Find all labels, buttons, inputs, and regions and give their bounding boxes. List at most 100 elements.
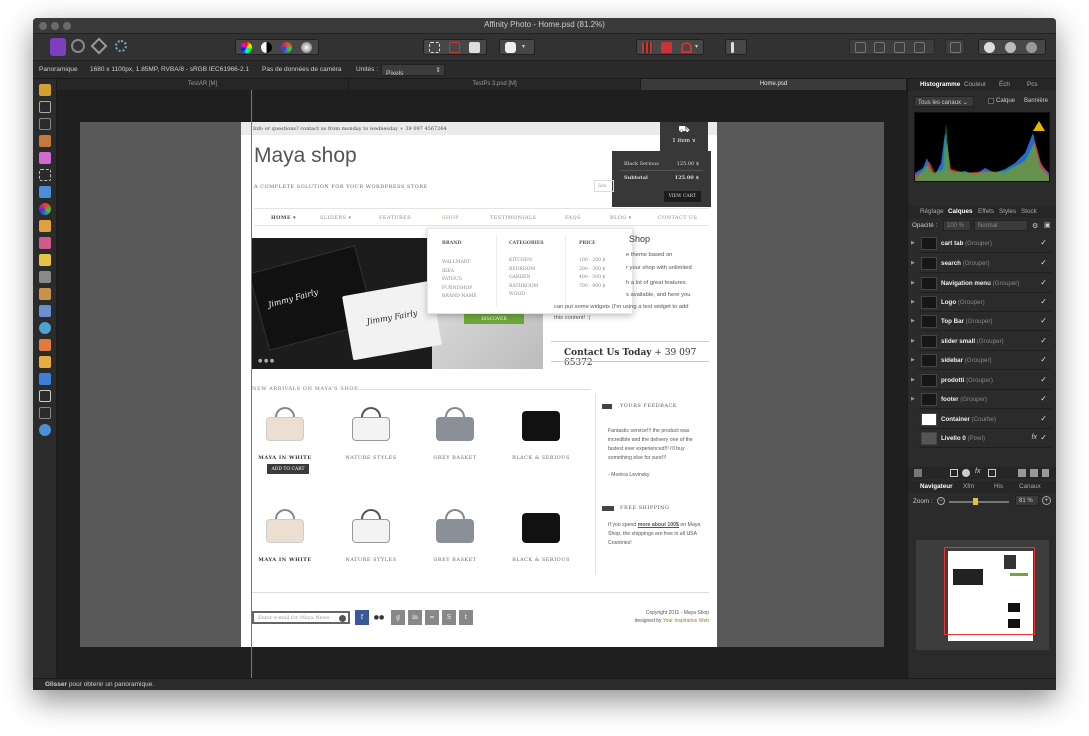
expand-arrow-icon[interactable]: ▶ (911, 357, 915, 363)
dodge-brush-icon[interactable] (39, 271, 51, 283)
move-tool-icon[interactable] (39, 101, 51, 113)
distribute-icon[interactable] (874, 42, 885, 53)
nav-blog[interactable]: BLOG ▾ (610, 215, 632, 221)
mega-item[interactable]: BEDROOM (509, 266, 538, 275)
rss-icon[interactable]: ≈ (425, 610, 439, 625)
add-icon[interactable] (984, 42, 995, 53)
layer-row[interactable]: Livello 0 (Pixel) fx ✓ (918, 430, 1051, 448)
layer-row[interactable]: ▶ Navigation menu (Grouper) ✓ (911, 275, 1051, 293)
auto-contrast-icon[interactable] (261, 42, 272, 53)
product-name[interactable]: GREY BASKET (425, 455, 485, 461)
rectangle-tool-icon[interactable] (39, 373, 51, 385)
quick-mask-button[interactable]: ▾ (499, 39, 535, 55)
gradient-tool-icon[interactable] (39, 203, 51, 215)
tab-effects[interactable]: Effets (978, 208, 994, 215)
visibility-check-icon[interactable]: ✓ (1040, 433, 1047, 442)
expand-arrow-icon[interactable]: ▶ (911, 280, 915, 286)
skype-icon[interactable]: S (442, 610, 456, 625)
nav-contact[interactable]: CONTACT US (658, 215, 697, 221)
product-card[interactable]: BLACK & SERIOUS (511, 405, 571, 461)
expand-arrow-icon[interactable]: ▶ (911, 299, 915, 305)
select-all-icon[interactable] (429, 42, 440, 53)
product-name[interactable]: GREY BASKET (425, 557, 485, 563)
fill-tool-icon[interactable] (39, 186, 51, 198)
shipping-link[interactable]: more about 100$ (638, 522, 679, 528)
nav-features[interactable]: FEATURES (379, 215, 411, 221)
mega-item[interactable]: BRAND NAME (442, 293, 477, 302)
product-name[interactable]: BLACK & SERIOUS (511, 455, 571, 461)
product-card[interactable]: NATURE STYLES (341, 507, 401, 563)
layer-row[interactable]: ▶ footer (Grouper) ✓ (911, 391, 1051, 409)
mega-item[interactable]: 200 - 300 $ (579, 266, 605, 275)
add-to-cart-button[interactable]: ADD TO CART (267, 464, 309, 474)
navigator-preview[interactable] (916, 540, 1049, 650)
tab-brushes[interactable]: Pcs (1027, 81, 1038, 88)
mega-item[interactable]: 100 - 200 $ (579, 257, 605, 266)
product-card[interactable]: BLACK & SERIOUS (511, 507, 571, 563)
expand-arrow-icon[interactable]: ▶ (911, 260, 915, 266)
mega-item[interactable]: FATHUS (442, 276, 477, 285)
zoom-tool-icon[interactable] (39, 424, 51, 436)
zoom-slider[interactable] (949, 498, 1009, 505)
nav-home[interactable]: HOME ▾ (271, 215, 296, 221)
view-cart-button[interactable]: VIEW CART (663, 191, 701, 202)
fx-icon[interactable]: fx (1032, 434, 1037, 441)
paint-brush-icon[interactable] (39, 220, 51, 232)
navigator-viewport[interactable] (944, 547, 1035, 635)
healing-brush-icon[interactable] (39, 305, 51, 317)
develop-persona-icon[interactable] (90, 37, 108, 55)
pen-tool-icon[interactable] (39, 356, 51, 368)
channels-select[interactable]: Tous les canaux ⌄ (914, 96, 974, 107)
tab-home[interactable]: Home.psd (641, 79, 907, 90)
tab-stock[interactable]: Stock (1021, 208, 1037, 215)
layer-row[interactable]: ▶ sidebar (Grouper) ✓ (911, 352, 1051, 370)
opacity-field[interactable]: 100 % (943, 220, 971, 231)
adjustment-icon[interactable] (962, 469, 970, 477)
visibility-check-icon[interactable]: ✓ (1040, 238, 1047, 247)
visibility-check-icon[interactable]: ✓ (1040, 316, 1047, 325)
auto-colours-icon[interactable] (281, 42, 292, 53)
product-name[interactable]: MAYA IN WHITE (255, 455, 315, 461)
nav-sliders[interactable]: SLIDERS ▾ (320, 215, 351, 221)
site-logo[interactable]: Maya shop (254, 144, 357, 168)
mega-item[interactable]: KITCHEN (509, 257, 538, 266)
expand-arrow-icon[interactable]: ▶ (911, 377, 915, 383)
visibility-check-icon[interactable]: ✓ (1040, 414, 1047, 423)
flickr-icon[interactable]: ●● (372, 610, 386, 625)
mask-icon[interactable] (950, 469, 958, 477)
visibility-check-icon[interactable]: ✓ (1040, 394, 1047, 403)
selection-brush-icon[interactable] (39, 135, 51, 147)
brush-mode-button[interactable] (725, 39, 747, 55)
tab-histogram[interactable]: Histogramme (920, 81, 960, 88)
photo-persona-icon[interactable] (50, 38, 66, 56)
layer-row[interactable]: ▶ cart tab (Grouper) ✓ (911, 235, 1051, 253)
product-name[interactable]: NATURE STYLES (341, 455, 401, 461)
tab-navigator[interactable]: Navigateur (920, 483, 953, 490)
tab-testar[interactable]: TestAR [M] (57, 79, 349, 90)
product-name[interactable]: MAYA IN WHITE (255, 557, 315, 563)
transform-button[interactable] (945, 39, 965, 55)
lock-icon[interactable]: ▣ (1044, 221, 1051, 229)
tab-channels[interactable]: Canaux (1019, 483, 1041, 490)
facebook-icon[interactable]: f (355, 610, 369, 625)
expand-arrow-icon[interactable]: ▶ (911, 338, 915, 344)
flood-select-icon[interactable] (39, 152, 51, 164)
tab-layers[interactable]: Calques (948, 208, 973, 215)
move-back-icon[interactable] (894, 42, 905, 53)
mega-item[interactable]: WALLMART (442, 259, 477, 268)
nav-faqs[interactable]: FAQS (565, 215, 581, 221)
export-persona-icon[interactable] (115, 40, 127, 52)
units-select[interactable]: Pixels ⇕ (381, 64, 445, 77)
tab-colour[interactable]: Couleur (964, 81, 986, 88)
product-name[interactable]: NATURE STYLES (341, 557, 401, 563)
grid-icon[interactable] (642, 42, 653, 53)
layer-row[interactable]: ▶ Logo (Grouper) ✓ (911, 294, 1051, 312)
layer-row[interactable]: ▶ prodotti (Grouper) ✓ (911, 372, 1051, 390)
auto-white-balance-icon[interactable] (301, 42, 312, 53)
mesh-warp-icon[interactable] (39, 407, 51, 419)
newsletter-input[interactable]: Enter e-mail for Maya News (252, 611, 350, 624)
marquee-tool-icon[interactable] (39, 169, 51, 181)
layer-row[interactable]: Container (Courbe) ✓ (918, 411, 1051, 429)
visibility-check-icon[interactable]: ✓ (1040, 258, 1047, 267)
folder-icon[interactable] (1018, 469, 1026, 477)
